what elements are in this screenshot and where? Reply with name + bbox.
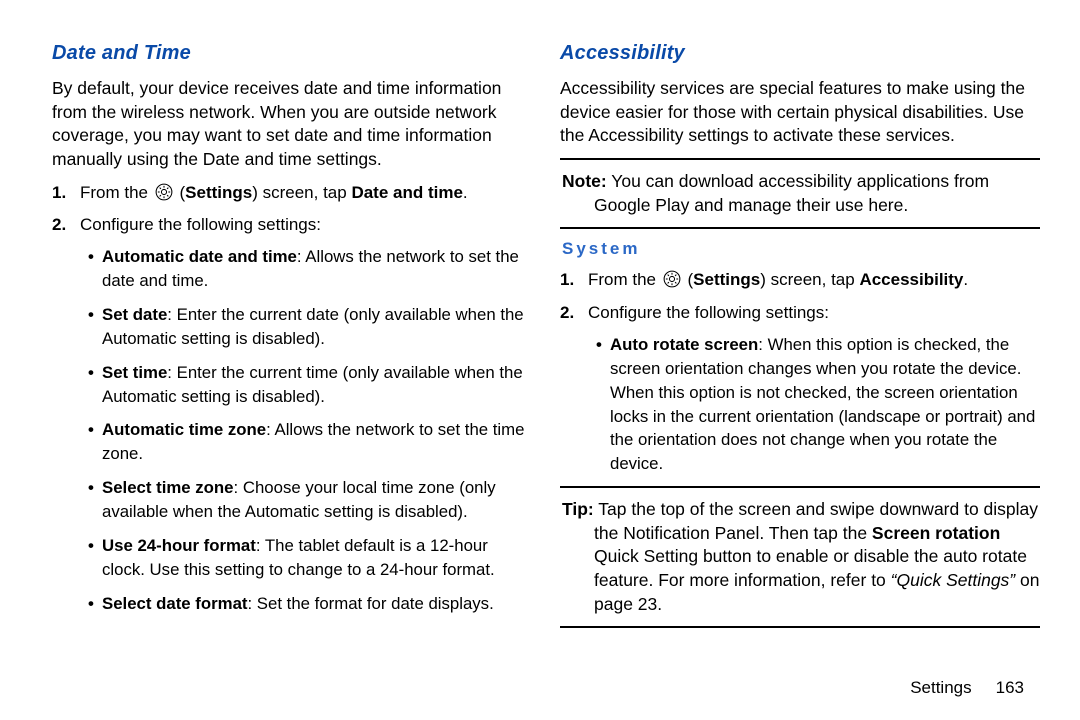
divider [560, 486, 1040, 488]
divider [560, 626, 1040, 628]
heading-accessibility: Accessibility [560, 42, 1040, 65]
item-text: : Set the format for date displays. [247, 594, 493, 613]
list-item: Automatic time zone: Allows the network … [102, 418, 532, 466]
step-text: Configure the following settings: [80, 215, 321, 234]
note-block: Note: You can download accessibility app… [560, 170, 1040, 217]
divider [560, 158, 1040, 160]
cross-reference: “Quick Settings” [891, 570, 1015, 590]
right-column: Accessibility Accessibility services are… [550, 42, 1040, 710]
step-number: 2. [52, 214, 66, 237]
footer-section: Settings [910, 678, 971, 697]
list-item: Set time: Enter the current time (only a… [102, 361, 532, 409]
tip-label: Tip: [562, 499, 594, 519]
step-number: 2. [560, 302, 574, 325]
heading-date-and-time: Date and Time [52, 42, 532, 65]
intro-text: Accessibility services are special featu… [560, 77, 1040, 148]
target-label: Accessibility [859, 270, 963, 289]
item-label: Select date format [102, 594, 247, 613]
settings-icon [663, 270, 681, 288]
steps-list: 1. From the (Settings) screen, tap Date … [52, 182, 532, 616]
item-label: Automatic time zone [102, 420, 266, 439]
list-item: Use 24-hour format: The tablet default i… [102, 534, 532, 582]
item-label: Auto rotate screen [610, 335, 758, 354]
divider [560, 227, 1040, 229]
step-2: 2. Configure the following settings: Aut… [80, 214, 532, 615]
list-item: Automatic date and time: Allows the netw… [102, 245, 532, 293]
page-footer: Settings 163 [910, 678, 1024, 698]
target-label: Date and time [351, 183, 462, 202]
item-label: Automatic date and time [102, 247, 297, 266]
manual-page: Date and Time By default, your device re… [0, 0, 1080, 720]
step-number: 1. [52, 182, 66, 205]
subheading-system: System [562, 239, 1040, 259]
note-label: Note: [562, 171, 607, 191]
settings-label: Settings [693, 270, 760, 289]
list-item: Set date: Enter the current date (only a… [102, 303, 532, 351]
item-label: Use 24-hour format [102, 536, 256, 555]
list-item: Auto rotate screen: When this option is … [610, 333, 1040, 476]
list-item: Select date format: Set the format for d… [102, 592, 532, 616]
tip-block: Tip: Tap the top of the screen and swipe… [560, 498, 1040, 616]
item-label: Set time [102, 363, 167, 382]
step-text-d: . [963, 270, 968, 289]
step-1: 1. From the (Settings) screen, tap Date … [80, 182, 532, 205]
item-label: Select time zone [102, 478, 234, 497]
step-1: 1. From the (Settings) screen, tap Acces… [588, 269, 1040, 292]
step-text-a: From the [588, 270, 661, 289]
settings-label: Settings [185, 183, 252, 202]
bullet-list: Auto rotate screen: When this option is … [588, 333, 1040, 476]
item-text: : When this option is checked, the scree… [610, 335, 1035, 473]
step-2: 2. Configure the following settings: Aut… [588, 302, 1040, 476]
step-number: 1. [560, 269, 574, 292]
bullet-list: Automatic date and time: Allows the netw… [80, 245, 532, 615]
item-label: Set date [102, 305, 167, 324]
step-text-c: ) screen, tap [760, 270, 859, 289]
settings-icon [155, 183, 173, 201]
step-text-d: . [463, 183, 468, 202]
note-body: You can download accessibility applicati… [594, 171, 989, 215]
step-text: Configure the following settings: [588, 303, 829, 322]
tip-bold: Screen rotation [872, 523, 1000, 543]
step-text-a: From the [80, 183, 153, 202]
list-item: Select time zone: Choose your local time… [102, 476, 532, 524]
left-column: Date and Time By default, your device re… [52, 42, 550, 710]
step-text-c: ) screen, tap [252, 183, 351, 202]
intro-text: By default, your device receives date an… [52, 77, 532, 172]
steps-list: 1. From the (Settings) screen, tap Acces… [560, 269, 1040, 476]
footer-page-number: 163 [996, 678, 1024, 697]
